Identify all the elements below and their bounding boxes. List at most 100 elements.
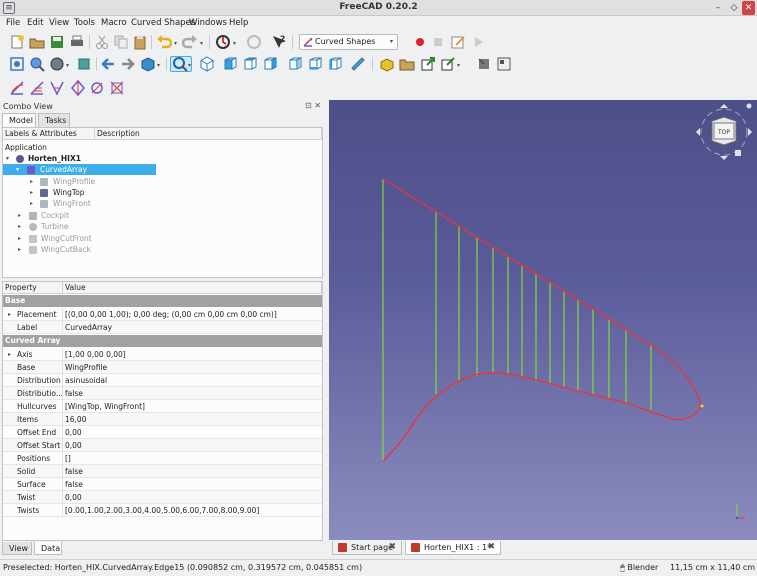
property-group-curved-array[interactable]: Curved Array xyxy=(3,335,322,347)
workbench-selector[interactable]: Curved Shapes ▾ xyxy=(299,34,398,50)
property-header-name[interactable]: Property xyxy=(3,282,63,294)
fit-selection-icon[interactable] xyxy=(29,56,45,72)
top-view-icon[interactable] xyxy=(242,56,258,72)
refresh-dropdown-icon[interactable]: ▾ xyxy=(233,40,236,47)
close-icon[interactable]: ✖ xyxy=(487,541,495,554)
right-view-icon[interactable] xyxy=(262,56,278,72)
minimize-button[interactable]: – xyxy=(711,1,725,15)
undo-dropdown-icon[interactable]: ▾ xyxy=(174,40,177,47)
menu-edit[interactable]: Edit xyxy=(27,18,43,28)
chevron-right-icon[interactable]: ▸ xyxy=(18,210,21,221)
chevron-down-icon[interactable]: ▾ xyxy=(6,153,9,164)
property-value[interactable]: [1,00 0,00 0,00] xyxy=(65,348,126,361)
property-row-solid[interactable]: Solid false xyxy=(3,465,322,478)
bottom-view-icon[interactable] xyxy=(307,56,323,72)
print-icon[interactable] xyxy=(69,34,85,50)
redo-icon[interactable] xyxy=(182,34,198,50)
draw-style-dropdown-icon[interactable]: ▾ xyxy=(66,62,69,69)
property-row-label[interactable]: Label CurvedArray xyxy=(3,321,322,334)
named-sketch-icon[interactable] xyxy=(89,80,105,96)
tree-item-curved-array[interactable]: ▾ CurvedArray xyxy=(3,164,322,175)
curved-array-icon[interactable] xyxy=(9,80,25,96)
zoom-dropdown-icon[interactable]: ▾ xyxy=(188,62,191,69)
surface-cut-icon[interactable] xyxy=(70,80,86,96)
macro-edit-icon[interactable] xyxy=(450,34,466,50)
tree-header-labels[interactable]: Labels & Attributes xyxy=(3,128,95,140)
chevron-down-icon[interactable]: ▾ xyxy=(16,164,19,175)
chevron-right-icon[interactable]: ▸ xyxy=(8,308,11,321)
tree-item-wing-cut-back[interactable]: ▸ WingCutBack xyxy=(3,244,322,255)
property-row-hullcurves[interactable]: Hullcurves [WingTop, WingFront] xyxy=(3,400,322,413)
property-value[interactable]: false xyxy=(65,478,83,491)
redo-dropdown-icon[interactable]: ▾ xyxy=(200,40,203,47)
menu-view[interactable]: View xyxy=(49,18,69,28)
chevron-right-icon[interactable]: ▸ xyxy=(30,187,33,198)
property-value[interactable]: CurvedArray xyxy=(65,321,112,334)
property-value[interactable]: 0,00 xyxy=(65,491,82,504)
tab-model[interactable]: Model xyxy=(2,113,36,127)
macro-stop-icon[interactable] xyxy=(430,34,446,50)
tree-item-wing-cut-front[interactable]: ▸ WingCutFront xyxy=(3,233,322,244)
property-value[interactable]: false xyxy=(65,465,83,478)
bounding-box-icon[interactable] xyxy=(76,56,92,72)
interpolated-middle-icon[interactable] xyxy=(49,80,65,96)
group-folder-icon[interactable] xyxy=(399,56,415,72)
menu-help[interactable]: Help xyxy=(229,18,248,28)
link-make-icon[interactable] xyxy=(420,56,436,72)
navcube-home-icon[interactable] xyxy=(735,150,741,156)
link-actions-icon[interactable] xyxy=(440,56,456,72)
macro-record-icon[interactable] xyxy=(412,34,428,50)
property-row-placement[interactable]: ▸ Placement [(0,00 0,00 1,00); 0,00 deg;… xyxy=(3,308,322,321)
fillet-icon[interactable] xyxy=(109,80,125,96)
property-value[interactable]: asinusoidal xyxy=(65,374,107,387)
draw-style-icon[interactable] xyxy=(49,56,65,72)
tab-start-page[interactable]: Start page ✖ xyxy=(332,541,402,555)
property-header-value[interactable]: Value xyxy=(63,282,322,294)
menu-macro[interactable]: Macro xyxy=(101,18,127,28)
recompute-icon[interactable] xyxy=(246,34,262,50)
menu-tools[interactable]: Tools xyxy=(74,18,95,28)
save-icon[interactable] xyxy=(49,34,65,50)
property-row-axis[interactable]: ▸ Axis [1,00 0,00 0,00] xyxy=(3,348,322,361)
maximize-button[interactable]: ◇ xyxy=(727,1,741,15)
curved-segment-icon[interactable] xyxy=(29,80,45,96)
property-row-distribution-reverse[interactable]: Distributio... false xyxy=(3,387,322,400)
property-value[interactable]: [] xyxy=(65,452,71,465)
open-folder-icon[interactable] xyxy=(29,34,45,50)
property-row-positions[interactable]: Positions [] xyxy=(3,452,322,465)
refresh-icon[interactable] xyxy=(215,34,231,50)
forward-arrow-icon[interactable] xyxy=(120,56,136,72)
tree-item-cockpit[interactable]: ▸ Cockpit xyxy=(3,210,322,221)
measure-distance-icon[interactable] xyxy=(350,56,366,72)
rear-view-icon[interactable] xyxy=(287,56,303,72)
link-dropdown-icon[interactable]: ▾ xyxy=(457,62,460,69)
cut-icon[interactable] xyxy=(94,34,110,50)
std-views-dropdown-icon[interactable]: ▾ xyxy=(157,62,160,69)
left-view-icon[interactable] xyxy=(327,56,343,72)
dock-buttons[interactable]: ⊡ ✕ xyxy=(305,101,321,110)
whats-this-icon[interactable]: ? xyxy=(271,34,287,50)
tree-item-turbine[interactable]: ▸ Turbine xyxy=(3,221,322,232)
chevron-right-icon[interactable]: ▸ xyxy=(30,176,33,187)
navigation-cube[interactable]: TOP xyxy=(696,103,752,161)
property-row-offset-start[interactable]: Offset Start 0,00 xyxy=(3,439,322,452)
tree-view-icon[interactable] xyxy=(496,56,512,72)
tab-horten-document[interactable]: Horten_HIX1 : 1* ✖ xyxy=(405,541,501,555)
chevron-right-icon[interactable]: ▸ xyxy=(18,244,21,255)
new-document-icon[interactable] xyxy=(9,34,25,50)
close-icon[interactable]: ✖ xyxy=(388,541,396,554)
property-value[interactable]: [(0,00 0,00 1,00); 0,00 deg; (0,00 cm 0,… xyxy=(65,308,277,321)
close-button[interactable]: ✕ xyxy=(742,1,755,15)
property-value[interactable]: false xyxy=(65,387,83,400)
property-group-base[interactable]: Base xyxy=(3,295,322,307)
chevron-right-icon[interactable]: ▸ xyxy=(8,348,11,361)
property-value[interactable]: 0,00 xyxy=(65,426,82,439)
menu-windows[interactable]: Windows xyxy=(189,18,227,28)
selection-view-icon[interactable] xyxy=(476,56,492,72)
tree-item-wing-front[interactable]: ▸ WingFront xyxy=(3,198,322,209)
menu-curved-shapes[interactable]: Curved Shapes xyxy=(131,18,195,28)
property-row-surface[interactable]: Surface false xyxy=(3,478,322,491)
zoom-icon[interactable] xyxy=(172,56,188,72)
navigation-style[interactable]: 🖱 Blender xyxy=(620,563,658,573)
navcube-menu-icon[interactable] xyxy=(746,103,752,109)
